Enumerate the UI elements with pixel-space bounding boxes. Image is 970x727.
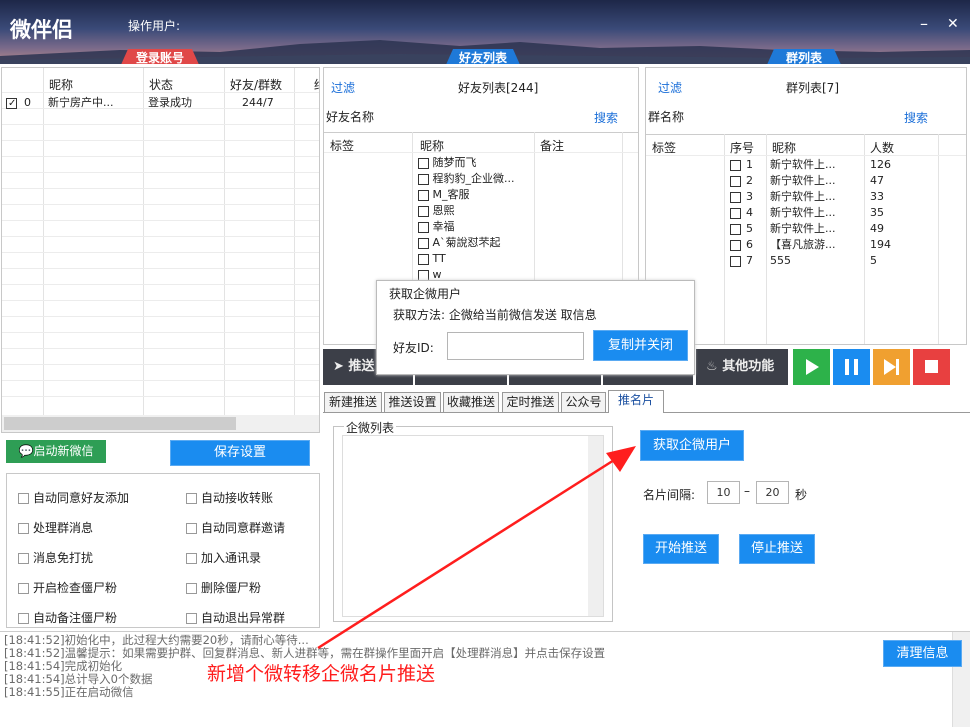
annotation-text: 新增个微转移企微名片推送 [207, 663, 436, 685]
annotation-arrow-icon [317, 446, 636, 650]
